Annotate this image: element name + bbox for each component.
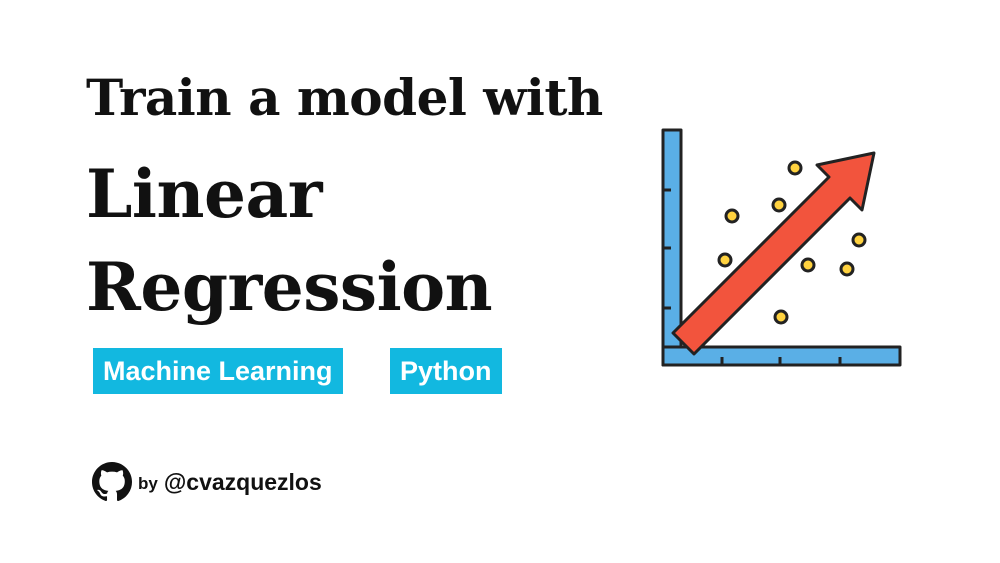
title-line-2: Linear <box>86 155 323 233</box>
regression-arrow <box>671 151 876 356</box>
linear-regression-chart-icon <box>661 128 902 367</box>
data-point <box>724 208 740 224</box>
tag-machine-learning: Machine Learning <box>93 348 343 394</box>
data-point <box>717 252 733 268</box>
data-point <box>800 257 816 273</box>
title-line-3: Regression <box>86 248 493 326</box>
github-icon <box>92 462 132 502</box>
author-by-label: by <box>138 474 158 493</box>
data-point <box>839 261 855 277</box>
author-credit: by @cvazquezlos <box>92 462 322 502</box>
tag-python: Python <box>390 348 502 394</box>
author-handle: @cvazquezlos <box>163 468 322 495</box>
data-point <box>773 309 789 325</box>
data-point <box>851 232 867 248</box>
title-line-1: Train a model with <box>86 68 603 127</box>
data-point <box>787 160 803 176</box>
data-point <box>771 197 787 213</box>
